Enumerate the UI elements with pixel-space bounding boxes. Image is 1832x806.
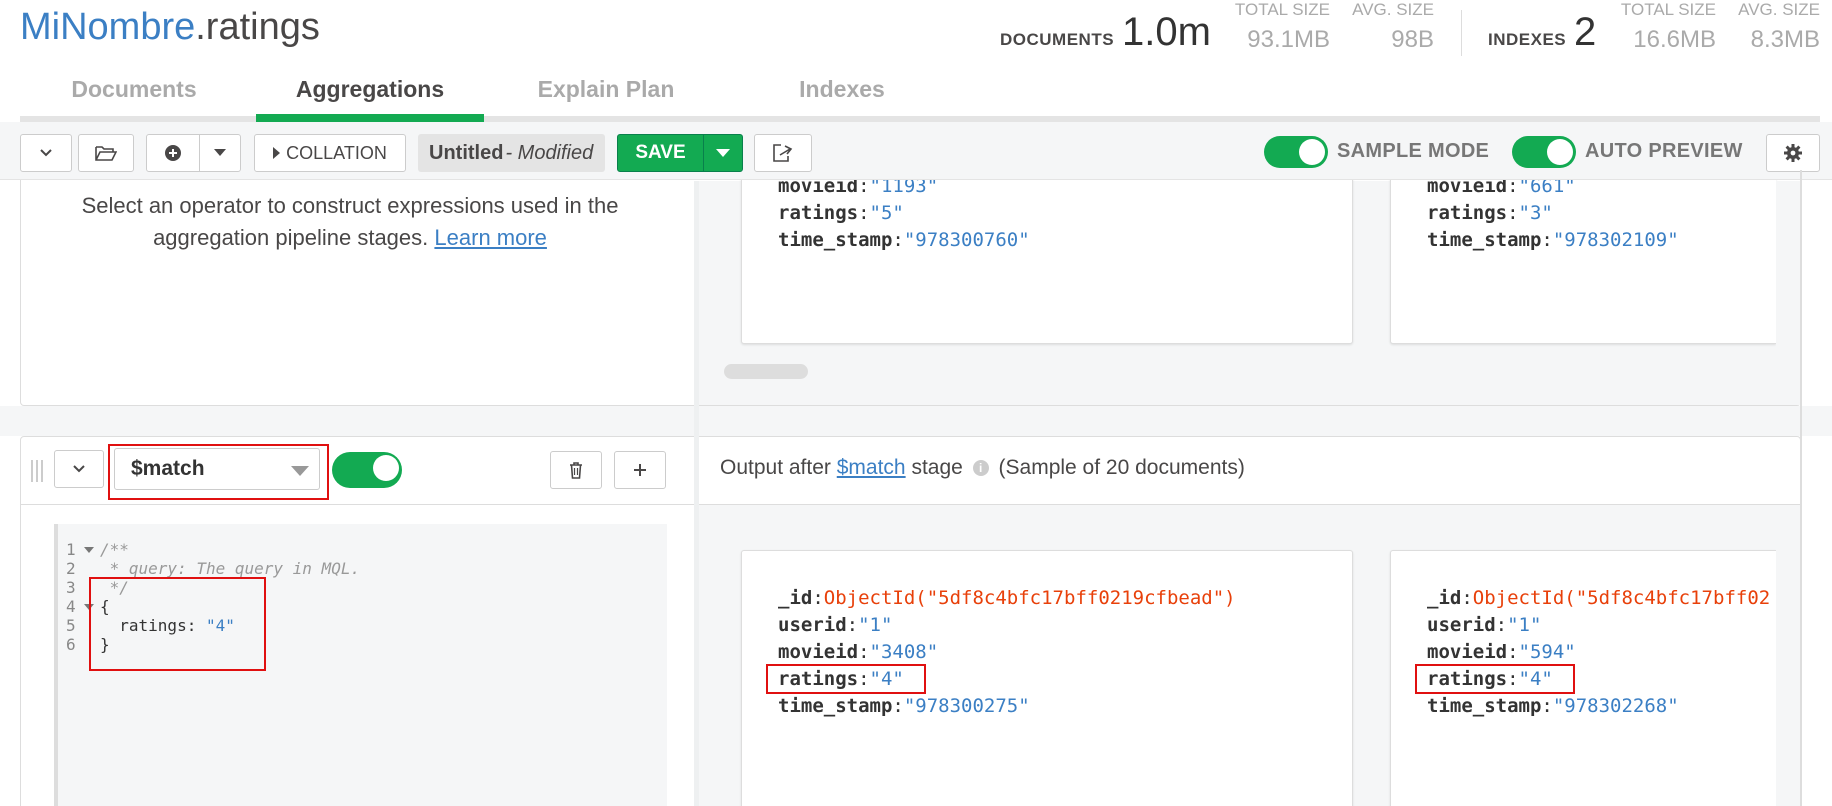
horizontal-scrollbar[interactable] <box>724 364 808 379</box>
pipeline-title: Untitled <box>429 141 504 164</box>
stage-collapse-button[interactable] <box>54 450 104 488</box>
ratings-highlight <box>1415 664 1575 694</box>
trash-icon <box>570 462 582 479</box>
indexes-label: INDEXES <box>1488 30 1567 49</box>
query-highlight <box>89 577 266 671</box>
plus-circle-icon <box>165 145 181 161</box>
folder-open-icon <box>95 146 117 161</box>
tab-documents[interactable]: Documents <box>20 76 248 103</box>
modified-indicator: - Modified <box>505 141 594 164</box>
caret-right-icon <box>273 147 281 159</box>
ratings-highlight <box>766 664 926 694</box>
code-line: /** <box>100 540 129 559</box>
idx-avg-size-label: AVG. SIZE <box>1738 0 1820 19</box>
collapse-all-button[interactable] <box>20 134 72 172</box>
stage-output-caption: Output after $match stage i (Sample of 2… <box>720 456 1245 480</box>
delete-stage-button[interactable] <box>550 451 602 489</box>
doc-field: time_stamp:"978300760" <box>778 229 1030 251</box>
documents-label: DOCUMENTS <box>1000 30 1115 49</box>
doc-field: movieid:"594" <box>1427 641 1576 663</box>
auto-preview-toggle[interactable] <box>1512 136 1576 168</box>
export-icon <box>773 144 793 162</box>
operator-highlight <box>108 444 329 500</box>
docs-total-size-value: 93.1MB <box>1247 26 1330 53</box>
sample-mode-label: SAMPLE MODE <box>1337 140 1490 162</box>
collation-label: COLLATION <box>286 142 387 163</box>
learn-more-link[interactable]: Learn more <box>434 225 547 250</box>
doc-field: userid:"1" <box>1427 614 1542 636</box>
line-number: 3 <box>66 578 76 597</box>
sample-mode-toggle[interactable] <box>1264 136 1328 168</box>
active-tab-indicator <box>256 114 484 122</box>
collation-button[interactable]: COLLATION <box>254 134 406 172</box>
settings-button[interactable] <box>1766 134 1820 172</box>
chevron-down-icon <box>73 465 85 473</box>
stats-divider <box>1461 10 1462 56</box>
doc-field: time_stamp:"978302268" <box>1427 695 1679 717</box>
document-card: _id:ObjectId("5df8c4bfc17bff0219cfbead")… <box>741 550 1353 806</box>
stage-enabled-toggle[interactable] <box>332 452 402 488</box>
database-name[interactable]: MiNombre <box>20 6 195 48</box>
output-suffix: stage <box>911 456 963 479</box>
tab-explain-plan[interactable]: Explain Plan <box>492 76 720 103</box>
doc-field: time_stamp:"978300275" <box>778 695 1030 717</box>
indexes-count: 2 <box>1574 10 1597 54</box>
info-icon[interactable]: i <box>972 460 989 477</box>
doc-field: time_stamp:"978302109" <box>1427 229 1679 251</box>
documents-count: 1.0m <box>1122 10 1211 54</box>
idx-avg-size-value: 8.3MB <box>1750 26 1820 53</box>
save-dropdown-button[interactable] <box>704 149 742 157</box>
doc-field: ratings:"5" <box>778 202 904 224</box>
doc-field: _id:ObjectId("5df8c4bfc17bff02 <box>1427 587 1771 609</box>
export-to-language-button[interactable] <box>754 134 812 172</box>
doc-field: ratings:"3" <box>1427 202 1553 224</box>
add-stage-button[interactable] <box>614 451 666 489</box>
doc-field: _id:ObjectId("5df8c4bfc17bff0219cfbead") <box>778 587 1236 609</box>
pipeline-name: Untitled - Modified <box>418 134 605 172</box>
output-prefix: Output after <box>720 456 831 479</box>
collection-name: .ratings <box>195 6 320 48</box>
operator-doc-link[interactable]: $match <box>837 456 906 479</box>
operator-info-text: Select an operator to construct expressi… <box>30 190 670 254</box>
save-button[interactable]: SAVE <box>617 134 743 172</box>
idx-total-size-value: 16.6MB <box>1633 26 1716 53</box>
docs-avg-size-value: 98B <box>1391 26 1434 53</box>
doc-field: userid:"1" <box>778 614 893 636</box>
caret-down-icon <box>214 149 226 156</box>
fold-arrow-icon[interactable] <box>84 547 94 553</box>
stage-gap <box>0 406 1832 436</box>
tab-indexes[interactable]: Indexes <box>728 76 956 103</box>
sample-note: (Sample of 20 documents) <box>998 456 1245 479</box>
doc-field: movieid:"3408" <box>778 641 939 663</box>
line-number: 6 <box>66 635 76 654</box>
output-area-edge <box>1776 505 1800 806</box>
namespace-title: MiNombre.ratings <box>20 6 320 49</box>
tab-aggregations[interactable]: Aggregations <box>256 76 484 103</box>
document-card: _id:ObjectId("5df8c4bfc17bff02 userid:"1… <box>1390 550 1776 806</box>
line-number: 1 <box>66 540 76 559</box>
line-number: 4 <box>66 597 76 616</box>
caret-down-icon <box>716 149 730 157</box>
gear-icon <box>1784 144 1802 162</box>
plus-icon <box>634 464 646 476</box>
docs-total-size-label: TOTAL SIZE <box>1234 0 1330 19</box>
output-area-edge <box>1776 181 1800 405</box>
chevron-down-icon <box>40 149 52 157</box>
new-pipeline-dropdown-button[interactable] <box>199 134 241 172</box>
docs-avg-size-label: AVG. SIZE <box>1352 0 1434 19</box>
code-line: * query: The query in MQL. <box>100 559 361 578</box>
card-border <box>1800 170 1802 806</box>
open-saved-pipelines-button[interactable] <box>78 134 134 172</box>
save-label: SAVE <box>635 142 686 163</box>
line-number: 2 <box>66 559 76 578</box>
stage-divider[interactable] <box>694 181 699 406</box>
drag-handle-icon[interactable] <box>30 460 46 482</box>
line-number: 5 <box>66 616 76 635</box>
idx-total-size-label: TOTAL SIZE <box>1620 0 1716 19</box>
auto-preview-label: AUTO PREVIEW <box>1585 140 1743 162</box>
new-pipeline-button[interactable] <box>146 134 200 172</box>
